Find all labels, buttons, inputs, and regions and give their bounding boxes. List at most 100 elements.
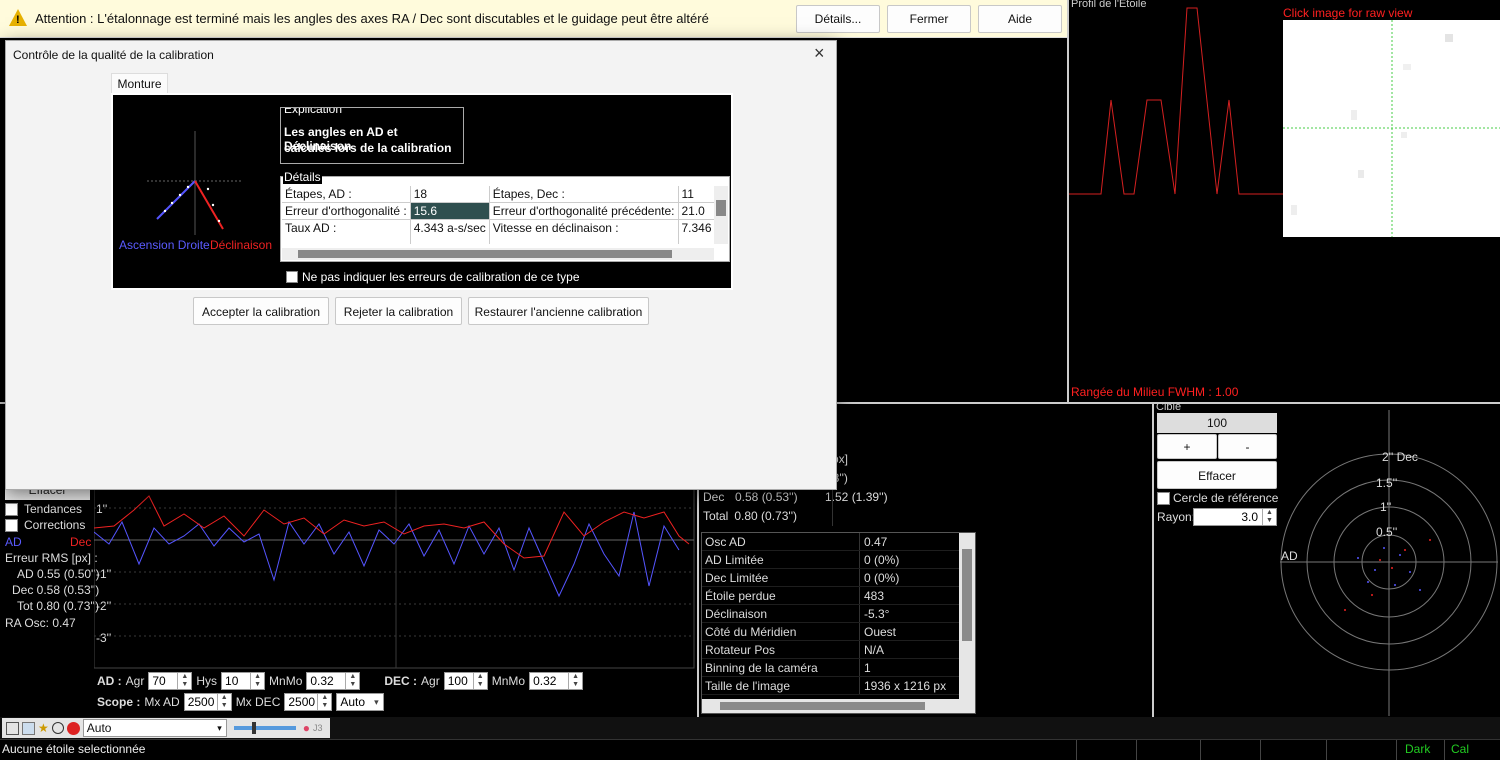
vertical-scrollbar[interactable] xyxy=(714,186,728,244)
scroll-thumb[interactable] xyxy=(720,702,925,710)
corrections-checkbox[interactable]: Corrections xyxy=(5,518,85,532)
image-icon[interactable] xyxy=(22,721,35,735)
ad-hysteresis-stepper[interactable]: 10 ▲ ▼ xyxy=(221,672,266,690)
dont-show-checkbox[interactable]: Ne pas indiquer les erreurs de calibrati… xyxy=(286,270,580,284)
star-image[interactable] xyxy=(1283,20,1500,237)
close-icon[interactable]: × xyxy=(814,43,825,64)
help-button[interactable]: Aide xyxy=(978,5,1062,33)
gamma-slider[interactable] xyxy=(233,722,296,734)
dec-min-move-stepper[interactable]: 0.32 ▲ ▼ xyxy=(529,672,584,690)
max-dec-stepper[interactable]: 2500 ▲ ▼ xyxy=(284,693,333,711)
vertical-scrollbar[interactable] xyxy=(959,533,975,699)
reference-circle-checkbox[interactable]: Cercle de référence xyxy=(1157,491,1278,505)
star-icon[interactable]: ★ xyxy=(38,721,49,735)
stat-row: Dec Limitée 0 (0%) xyxy=(702,569,975,587)
details-cell[interactable]: 11 xyxy=(678,186,714,203)
ring-label-1: 1'' xyxy=(1380,500,1392,514)
close-notice-button[interactable]: Fermer xyxy=(887,5,971,33)
chevron-down-icon[interactable]: ▾ xyxy=(369,694,383,710)
dec-dot xyxy=(1371,594,1373,596)
explication-title: Explication xyxy=(283,108,344,116)
details-cell[interactable]: Taux AD : xyxy=(282,219,411,244)
tab-monture[interactable]: Monture xyxy=(111,73,168,93)
radius-stepper[interactable]: 3.0 ▲ ▼ xyxy=(1193,508,1277,526)
mnmo-label: MnMo xyxy=(269,674,303,688)
stepper-arrows[interactable]: ▲ ▼ xyxy=(568,673,582,689)
details-cell[interactable]: 21.0 xyxy=(678,202,714,220)
stepper-arrows[interactable]: ▲ ▼ xyxy=(216,694,231,710)
chevron-down-icon: ▾ xyxy=(217,723,222,733)
jog-icon[interactable]: J3 xyxy=(313,723,323,733)
zoom-select[interactable]: 100 xyxy=(1157,413,1277,433)
details-cell[interactable]: Erreur d'orthogonalité : xyxy=(282,202,411,220)
crosshair-icon[interactable] xyxy=(51,722,64,734)
ad-aggression-stepper[interactable]: 70 ▲ ▼ xyxy=(148,672,193,690)
scroll-thumb[interactable] xyxy=(716,200,726,216)
stepper-arrows[interactable]: ▲ ▼ xyxy=(177,673,191,689)
slider-thumb[interactable] xyxy=(251,722,256,734)
stat-value: 1936 x 1216 px xyxy=(864,679,947,693)
stats-list[interactable]: Osc AD 0.47 AD Limitée 0 (0%) Dec Limitée 0 (… xyxy=(701,532,976,714)
target-clear-button[interactable]: Effacer xyxy=(1157,461,1277,489)
cal-indicator: Cal xyxy=(1444,740,1484,760)
details-button[interactable]: Détails... xyxy=(796,5,880,33)
scroll-thumb[interactable] xyxy=(962,549,972,641)
zoom-in-button[interactable]: + xyxy=(1157,434,1217,459)
stepper-arrows[interactable]: ▲ ▼ xyxy=(472,673,487,689)
dec-dot xyxy=(1429,539,1431,541)
details-cell[interactable]: Étapes, AD : xyxy=(282,186,411,203)
checkbox-box xyxy=(5,518,18,532)
max-ad-stepper[interactable]: 2500 ▲ ▼ xyxy=(183,693,232,711)
guide-graph[interactable] xyxy=(94,484,695,669)
ra-dot xyxy=(1357,557,1359,559)
ra-dot xyxy=(170,201,174,205)
details-cell[interactable]: 15.6 xyxy=(410,202,490,220)
pencil-icon[interactable] xyxy=(6,721,19,735)
stepper-arrows[interactable]: ▲ ▼ xyxy=(1262,509,1276,525)
fwhm-label: Rangée du Milieu FWHM : 1.00 xyxy=(1071,385,1239,399)
stat-row: Taille de l'image 1936 x 1216 px xyxy=(702,677,975,695)
ra-dot xyxy=(186,185,190,189)
brain-icon[interactable]: ● xyxy=(303,721,310,735)
radius-label: Rayon: xyxy=(1157,510,1196,524)
rms-dec: Dec 0.58 (0.53'') xyxy=(12,583,100,597)
dialog-content: Ascension Droite Déclinaison Explication… xyxy=(111,93,733,290)
ra-osc: RA Osc: 0.47 xyxy=(5,616,76,630)
details-cell[interactable]: Étapes, Dec : xyxy=(489,186,679,203)
details-cell[interactable]: Vitesse en déclinaison : xyxy=(489,219,679,244)
legend-ad[interactable]: AD xyxy=(5,535,22,549)
hys-label: Hys xyxy=(196,674,218,688)
dec-mode-select[interactable]: Auto ▾ xyxy=(336,693,385,711)
horizontal-scrollbar[interactable] xyxy=(702,699,975,713)
stepper-arrows[interactable]: ▲ ▼ xyxy=(345,673,359,689)
raw-view-link[interactable]: Click image for raw view xyxy=(1283,6,1412,20)
dialog-title: Contrôle de la qualité de la calibration xyxy=(13,48,214,62)
ra-dot xyxy=(1419,589,1421,591)
details-cell[interactable]: 7.346 a-s/ xyxy=(678,219,714,244)
stepper-arrows[interactable]: ▲ ▼ xyxy=(250,673,264,689)
zoom-out-button[interactable]: - xyxy=(1218,434,1277,459)
ra-dot xyxy=(163,209,167,213)
legend-dec[interactable]: Dec xyxy=(70,535,91,549)
details-cell[interactable]: 18 xyxy=(410,186,490,203)
details-cell[interactable]: 4.343 a-s/sec xyxy=(410,219,490,244)
accept-calibration-button[interactable]: Accepter la calibration xyxy=(193,297,329,325)
restore-calibration-button[interactable]: Restaurer l'ancienne calibration xyxy=(468,297,649,325)
details-table[interactable]: Étapes, AD :18 Étapes, Dec :11 Erreur d'or… xyxy=(282,186,714,244)
scroll-thumb[interactable] xyxy=(298,250,672,258)
details-row: Erreur d'orthogonalité :15.6 Erreur d'ort… xyxy=(282,202,714,220)
details-cell[interactable]: Erreur d'orthogonalité précédente: xyxy=(489,202,679,220)
ad-min-move-stepper[interactable]: 0.32 ▲ ▼ xyxy=(306,672,361,690)
star-image-crosshair xyxy=(1283,20,1500,237)
legend-ra: Ascension Droite xyxy=(119,238,210,252)
stop-icon[interactable] xyxy=(66,721,80,735)
details-row: Taux AD :4.343 a-s/sec Vitesse en déclina… xyxy=(282,219,714,244)
reject-calibration-button[interactable]: Rejeter la calibration xyxy=(335,297,462,325)
exposure-select[interactable]: Auto ▾ xyxy=(82,719,227,737)
dec-aggression-stepper[interactable]: 100 ▲ ▼ xyxy=(443,672,488,690)
trends-checkbox[interactable]: Tendances xyxy=(5,502,82,516)
stepper-arrows[interactable]: ▲ ▼ xyxy=(317,694,331,710)
stat-key: AD Limitée xyxy=(702,551,860,568)
horizontal-scrollbar[interactable] xyxy=(282,248,714,260)
corrections-label: Corrections xyxy=(24,518,86,532)
